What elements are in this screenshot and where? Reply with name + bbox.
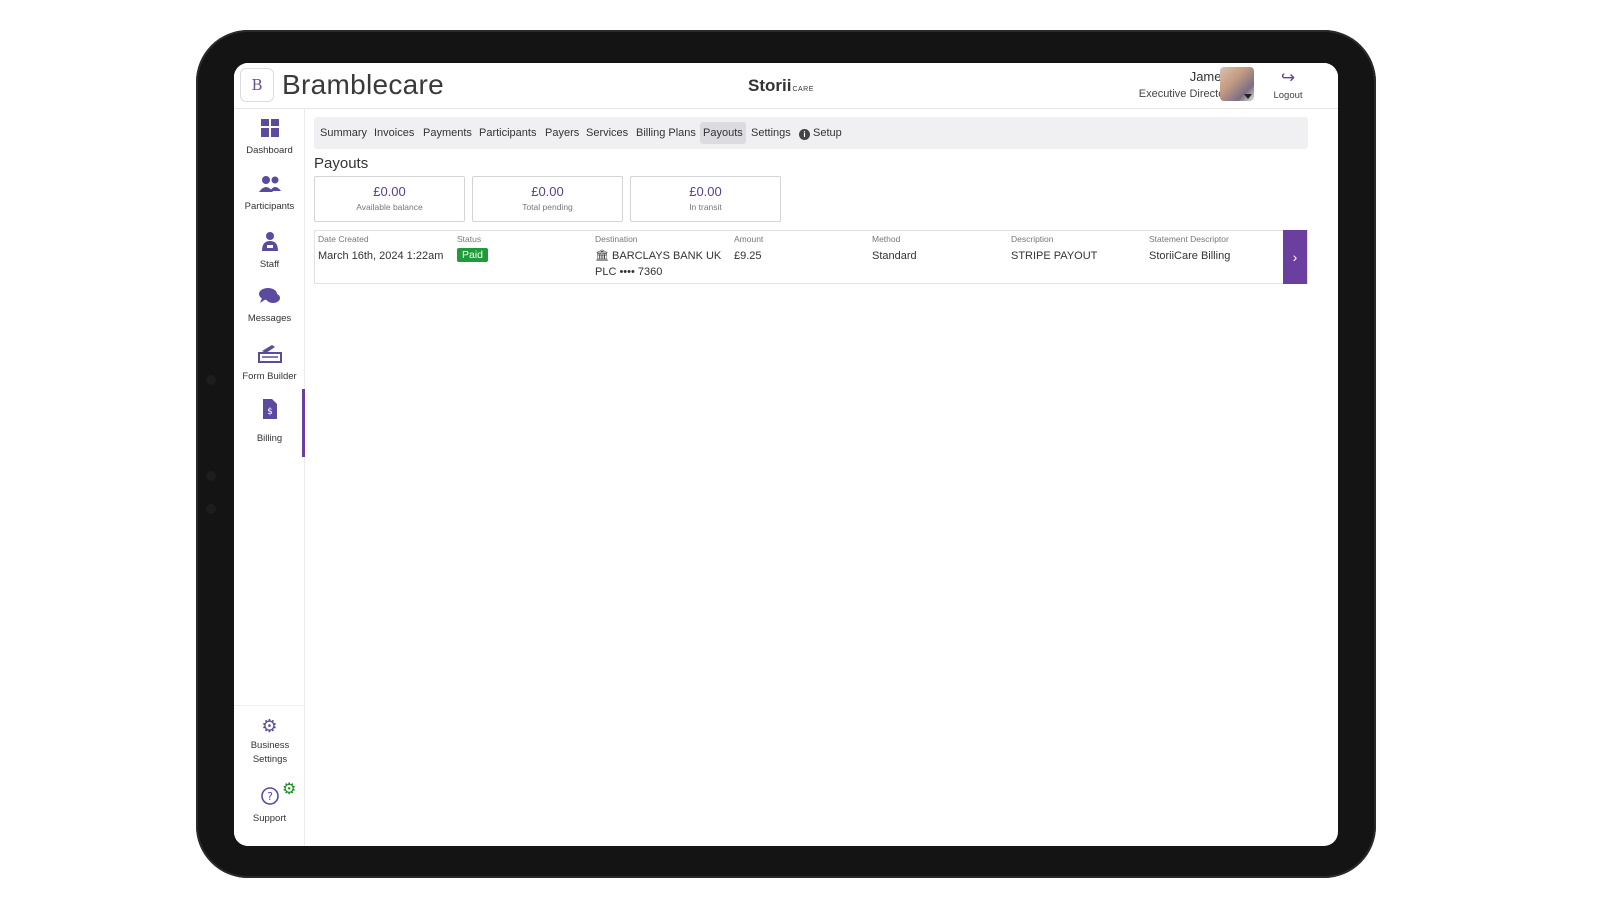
brand-name: Bramblecare [282, 69, 445, 100]
sidebar-item-label: Messages [247, 313, 292, 324]
camera-dot [206, 504, 216, 514]
gear-icon: ⚙ [261, 716, 278, 736]
available-balance-card: £0.00 Available balance [314, 176, 465, 222]
page-title: Payouts [314, 155, 369, 172]
billing-icon: $ [234, 399, 305, 424]
col-description: Description STRIPE PAYOUT [1011, 234, 1097, 264]
sidebar-item-label: Business Settings [250, 740, 290, 765]
sidebar-item-dashboard[interactable]: Dashboard [234, 119, 305, 158]
tab-billing-plans[interactable]: Billing Plans [633, 122, 699, 144]
svg-text:$: $ [267, 407, 273, 417]
tab-payouts[interactable]: Payouts [700, 122, 746, 144]
col-destination: Destination 🏛 BARCLAYS BANK UK PLC •••• … [595, 234, 721, 280]
sidebar-item-label: Support [252, 813, 287, 824]
available-balance-caption: Available balance [356, 202, 423, 212]
cell-amount: £9.25 [734, 250, 762, 262]
avatar[interactable] [1220, 67, 1254, 101]
sidebar-item-label: Form Builder [242, 371, 297, 382]
column-header: Date Created [318, 234, 369, 244]
total-pending-card: £0.00 Total pending [472, 176, 623, 222]
row-open-button[interactable]: › [1283, 230, 1307, 284]
sidebar-item-support[interactable]: ? Support [234, 787, 305, 826]
sidebar-item-business-settings[interactable]: ⚙ Business Settings [234, 715, 305, 767]
column-header: Method [872, 234, 901, 244]
product-name: Storii [748, 76, 792, 95]
column-header: Destination [595, 234, 638, 244]
bank-icon: 🏛 [595, 250, 609, 262]
participants-icon [234, 175, 305, 198]
messages-icon [234, 287, 305, 310]
in-transit-card: £0.00 In transit [630, 176, 781, 222]
in-transit-caption: In transit [689, 202, 722, 212]
col-date-created: Date Created March 16th, 2024 1:22am [318, 234, 443, 264]
tab-summary[interactable]: Summary [317, 122, 370, 144]
cell-date-created: March 16th, 2024 1:22am [318, 250, 444, 262]
table-row[interactable]: Date Created March 16th, 2024 1:22am Sta… [314, 230, 1308, 284]
col-status: Status Paid [457, 234, 489, 263]
logout-icon: ↪ [1280, 68, 1296, 87]
sidebar: Dashboard Participants Staff Messages Fo… [234, 109, 305, 846]
sidebar-item-label: Dashboard [246, 145, 293, 156]
sidebar-item-participants[interactable]: Participants [234, 175, 305, 214]
logout-button[interactable]: ↪ Logout [1266, 68, 1310, 101]
sidebar-item-form-builder[interactable]: Form Builder [234, 343, 305, 384]
col-statement-descriptor: Statement Descriptor StoriiCare Billing [1149, 234, 1230, 264]
cell-destination: 🏛 BARCLAYS BANK UK PLC •••• 7360 [595, 248, 721, 280]
destination-line1: BARCLAYS BANK UK [612, 250, 722, 262]
active-nav-indicator [302, 389, 305, 457]
status-badge: Paid [457, 248, 489, 262]
form-builder-icon [234, 343, 305, 368]
billing-tabs: Summary Invoices Payments Participants P… [314, 117, 1308, 149]
brand-logo[interactable]: B [240, 68, 274, 102]
tab-payers[interactable]: Payers [542, 122, 582, 144]
column-header: Amount [734, 234, 764, 244]
dashboard-icon [234, 119, 305, 142]
sidebar-item-billing[interactable]: $ Billing [234, 399, 305, 446]
tab-participants[interactable]: Participants [476, 122, 539, 144]
sidebar-item-label: Billing [256, 433, 283, 444]
tab-setup-label: Setup [813, 127, 842, 139]
sidebar-item-messages[interactable]: Messages [234, 287, 305, 326]
staff-icon [234, 231, 305, 256]
question-icon: ? [234, 787, 305, 810]
camera-dot [206, 471, 216, 481]
total-pending-amount: £0.00 [531, 184, 564, 199]
camera-dot [206, 375, 216, 385]
tab-settings[interactable]: Settings [748, 122, 794, 144]
tab-setup[interactable]: i Setup [796, 122, 845, 144]
tab-payments[interactable]: Payments [420, 122, 475, 144]
destination-line2: PLC •••• 7360 [595, 266, 663, 278]
cell-statement-descriptor: StoriiCare Billing [1149, 250, 1231, 262]
app-screen: B Bramblecare StoriiCARE James Executive… [234, 63, 1338, 846]
svg-text:?: ? [267, 790, 273, 803]
sidebar-item-staff[interactable]: Staff [234, 231, 305, 272]
product-suffix: CARE [792, 86, 814, 93]
col-amount: Amount £9.25 [734, 234, 763, 264]
in-transit-amount: £0.00 [689, 184, 722, 199]
tab-services[interactable]: Services [583, 122, 631, 144]
product-logo: StoriiCARE [748, 76, 814, 96]
cell-description: STRIPE PAYOUT [1011, 250, 1098, 262]
info-icon: i [799, 129, 810, 140]
brand-logo-letter: B [251, 76, 263, 94]
tablet-frame: B Bramblecare StoriiCARE James Executive… [196, 30, 1376, 878]
logout-label: Logout [1273, 90, 1303, 101]
sidebar-item-label: Staff [259, 259, 280, 270]
sidebar-divider [234, 705, 305, 706]
sidebar-item-label: Participants [244, 201, 295, 212]
column-header: Description [1011, 234, 1054, 244]
chevron-right-icon: › [1292, 249, 1298, 265]
column-header: Status [457, 234, 482, 244]
column-header: Statement Descriptor [1149, 234, 1229, 244]
user-role: Executive Director [1138, 88, 1228, 100]
top-bar: B Bramblecare StoriiCARE James Executive… [234, 63, 1338, 109]
cell-method: Standard [872, 250, 917, 262]
total-pending-caption: Total pending [522, 202, 573, 212]
available-balance-amount: £0.00 [373, 184, 406, 199]
col-method: Method Standard [872, 234, 917, 264]
tab-invoices[interactable]: Invoices [371, 122, 417, 144]
